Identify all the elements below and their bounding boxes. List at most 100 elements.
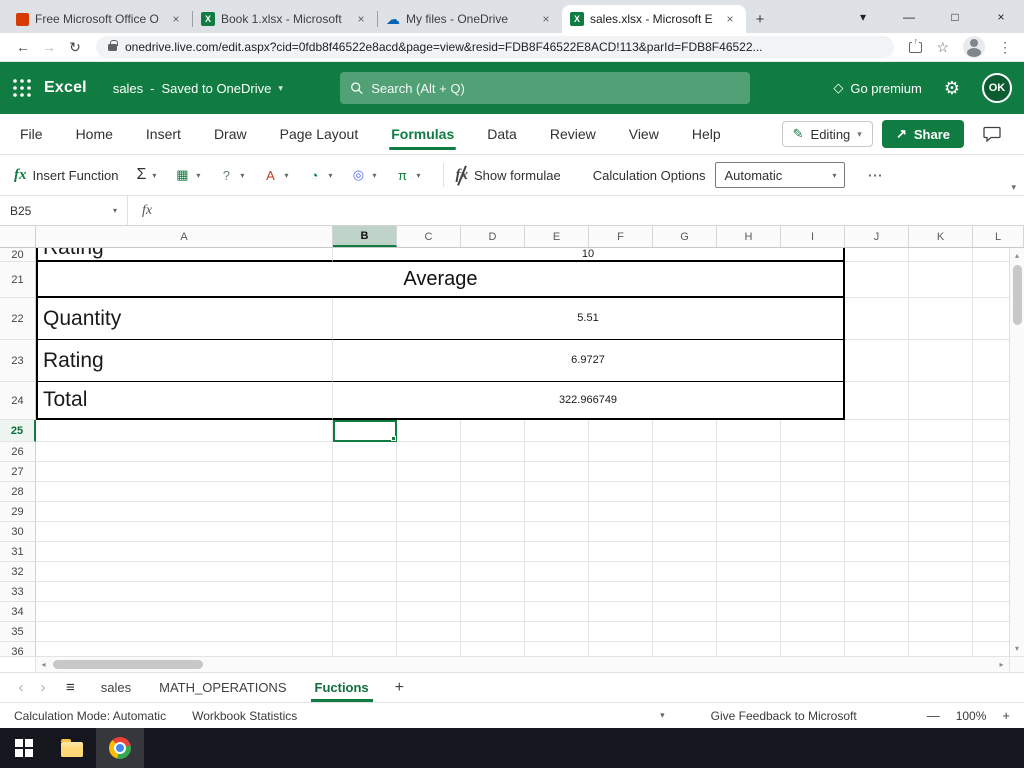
cell-B33[interactable] — [333, 582, 397, 602]
cell-J36[interactable] — [845, 642, 909, 656]
cell-A34[interactable] — [36, 602, 333, 622]
cell-C25[interactable] — [397, 420, 461, 442]
row-header-22[interactable]: 22 — [0, 298, 36, 340]
comments-button[interactable] — [978, 121, 1006, 147]
cell-H26[interactable] — [717, 442, 781, 462]
cell-K22[interactable] — [909, 298, 973, 340]
cell-C35[interactable] — [397, 622, 461, 642]
menu-home[interactable]: Home — [74, 114, 115, 154]
menu-view[interactable]: View — [627, 114, 661, 154]
sheet-nav-forward-icon[interactable]: › — [32, 679, 54, 696]
cell-B34[interactable] — [333, 602, 397, 622]
new-tab-button[interactable]: + — [746, 5, 774, 33]
cell-F27[interactable] — [589, 462, 653, 482]
column-header-L[interactable]: L — [973, 226, 1024, 247]
zoom-in-icon[interactable]: + — [1002, 708, 1010, 723]
column-header-J[interactable]: J — [845, 226, 909, 247]
cell-F30[interactable] — [589, 522, 653, 542]
cell-E35[interactable] — [525, 622, 589, 642]
menu-data[interactable]: Data — [485, 114, 519, 154]
menu-file[interactable]: File — [18, 114, 45, 154]
menu-draw[interactable]: Draw — [212, 114, 249, 154]
cell-F29[interactable] — [589, 502, 653, 522]
cell-B32[interactable] — [333, 562, 397, 582]
cell-D28[interactable] — [461, 482, 525, 502]
share-button[interactable]: ↗ Share — [881, 120, 964, 148]
cell-B25[interactable] — [333, 420, 397, 442]
cell-D34[interactable] — [461, 602, 525, 622]
cell-H29[interactable] — [717, 502, 781, 522]
cell-E33[interactable] — [525, 582, 589, 602]
menu-formulas[interactable]: Formulas — [389, 114, 457, 154]
cell-H34[interactable] — [717, 602, 781, 622]
cell-C26[interactable] — [397, 442, 461, 462]
browser-tab-sales-active[interactable]: X sales.xlsx - Microsoft E × — [562, 5, 746, 33]
close-button[interactable]: × — [978, 0, 1024, 33]
cell-J22[interactable] — [845, 298, 909, 340]
cell-B35[interactable] — [333, 622, 397, 642]
cell-K20[interactable] — [909, 248, 973, 262]
column-header-K[interactable]: K — [909, 226, 973, 247]
cell-H33[interactable] — [717, 582, 781, 602]
column-header-H[interactable]: H — [717, 226, 781, 247]
cell-J29[interactable] — [845, 502, 909, 522]
cell-C28[interactable] — [397, 482, 461, 502]
cell-D25[interactable] — [461, 420, 525, 442]
cell-D29[interactable] — [461, 502, 525, 522]
horizontal-scroll-thumb[interactable] — [53, 660, 203, 669]
sheet-tab-fuctions[interactable]: Fuctions — [301, 673, 383, 702]
cell-J30[interactable] — [845, 522, 909, 542]
cell-G34[interactable] — [653, 602, 717, 622]
cell-F26[interactable] — [589, 442, 653, 462]
sheet-nav-back-icon[interactable]: ‹ — [10, 679, 32, 696]
bookmark-star-icon[interactable]: ☆ — [936, 39, 949, 56]
cell-C31[interactable] — [397, 542, 461, 562]
cell-A22[interactable]: Quantity — [36, 298, 333, 340]
cell-E30[interactable] — [525, 522, 589, 542]
browser-tab-office[interactable]: Free Microsoft Office O × — [8, 5, 192, 33]
row-header-21[interactable]: 21 — [0, 262, 36, 298]
scroll-left-icon[interactable]: ◂ — [36, 660, 51, 669]
cell-E32[interactable] — [525, 562, 589, 582]
cell-E36[interactable] — [525, 642, 589, 656]
cell-G36[interactable] — [653, 642, 717, 656]
go-premium-button[interactable]: ◇ Go premium — [833, 80, 922, 96]
row-header-20[interactable]: 20 — [0, 248, 36, 262]
cell-K21[interactable] — [909, 262, 973, 298]
text-functions-dropdown[interactable]: A ▾ — [262, 168, 288, 183]
cell-B23-merged[interactable]: 6.9727 — [333, 340, 845, 382]
minimize-button[interactable]: — — [886, 0, 932, 33]
cell-C29[interactable] — [397, 502, 461, 522]
cell-E26[interactable] — [525, 442, 589, 462]
cell-I30[interactable] — [781, 522, 845, 542]
row-header-27[interactable]: 27 — [0, 462, 36, 482]
refresh-icon[interactable]: ↻ — [62, 39, 88, 56]
cell-J20[interactable] — [845, 248, 909, 262]
cell-I35[interactable] — [781, 622, 845, 642]
cell-B36[interactable] — [333, 642, 397, 656]
status-chevron-icon[interactable]: ▾ — [660, 710, 665, 721]
cell-A26[interactable] — [36, 442, 333, 462]
add-sheet-icon[interactable]: + — [383, 679, 416, 697]
workbook-statistics-button[interactable]: Workbook Statistics — [192, 709, 297, 723]
cell-K27[interactable] — [909, 462, 973, 482]
scroll-up-icon[interactable]: ▴ — [1010, 248, 1024, 263]
file-explorer-button[interactable] — [48, 728, 96, 768]
cell-A29[interactable] — [36, 502, 333, 522]
cell-B29[interactable] — [333, 502, 397, 522]
sheet-tab-sales[interactable]: sales — [87, 673, 145, 702]
vertical-scroll-thumb[interactable] — [1012, 265, 1022, 325]
select-all-corner[interactable] — [0, 226, 36, 247]
calculation-mode-select[interactable]: Automatic ▾ — [715, 162, 846, 188]
cell-A36[interactable] — [36, 642, 333, 656]
cell-D26[interactable] — [461, 442, 525, 462]
browser-tab-book1[interactable]: X Book 1.xlsx - Microsoft × — [193, 5, 377, 33]
cell-F28[interactable] — [589, 482, 653, 502]
cell-A24[interactable]: Total — [36, 382, 333, 420]
row-header-36[interactable]: 36 — [0, 642, 36, 656]
account-avatar[interactable]: OK — [982, 73, 1012, 103]
column-header-G[interactable]: G — [653, 226, 717, 247]
cell-G29[interactable] — [653, 502, 717, 522]
cell-G28[interactable] — [653, 482, 717, 502]
cell-H28[interactable] — [717, 482, 781, 502]
